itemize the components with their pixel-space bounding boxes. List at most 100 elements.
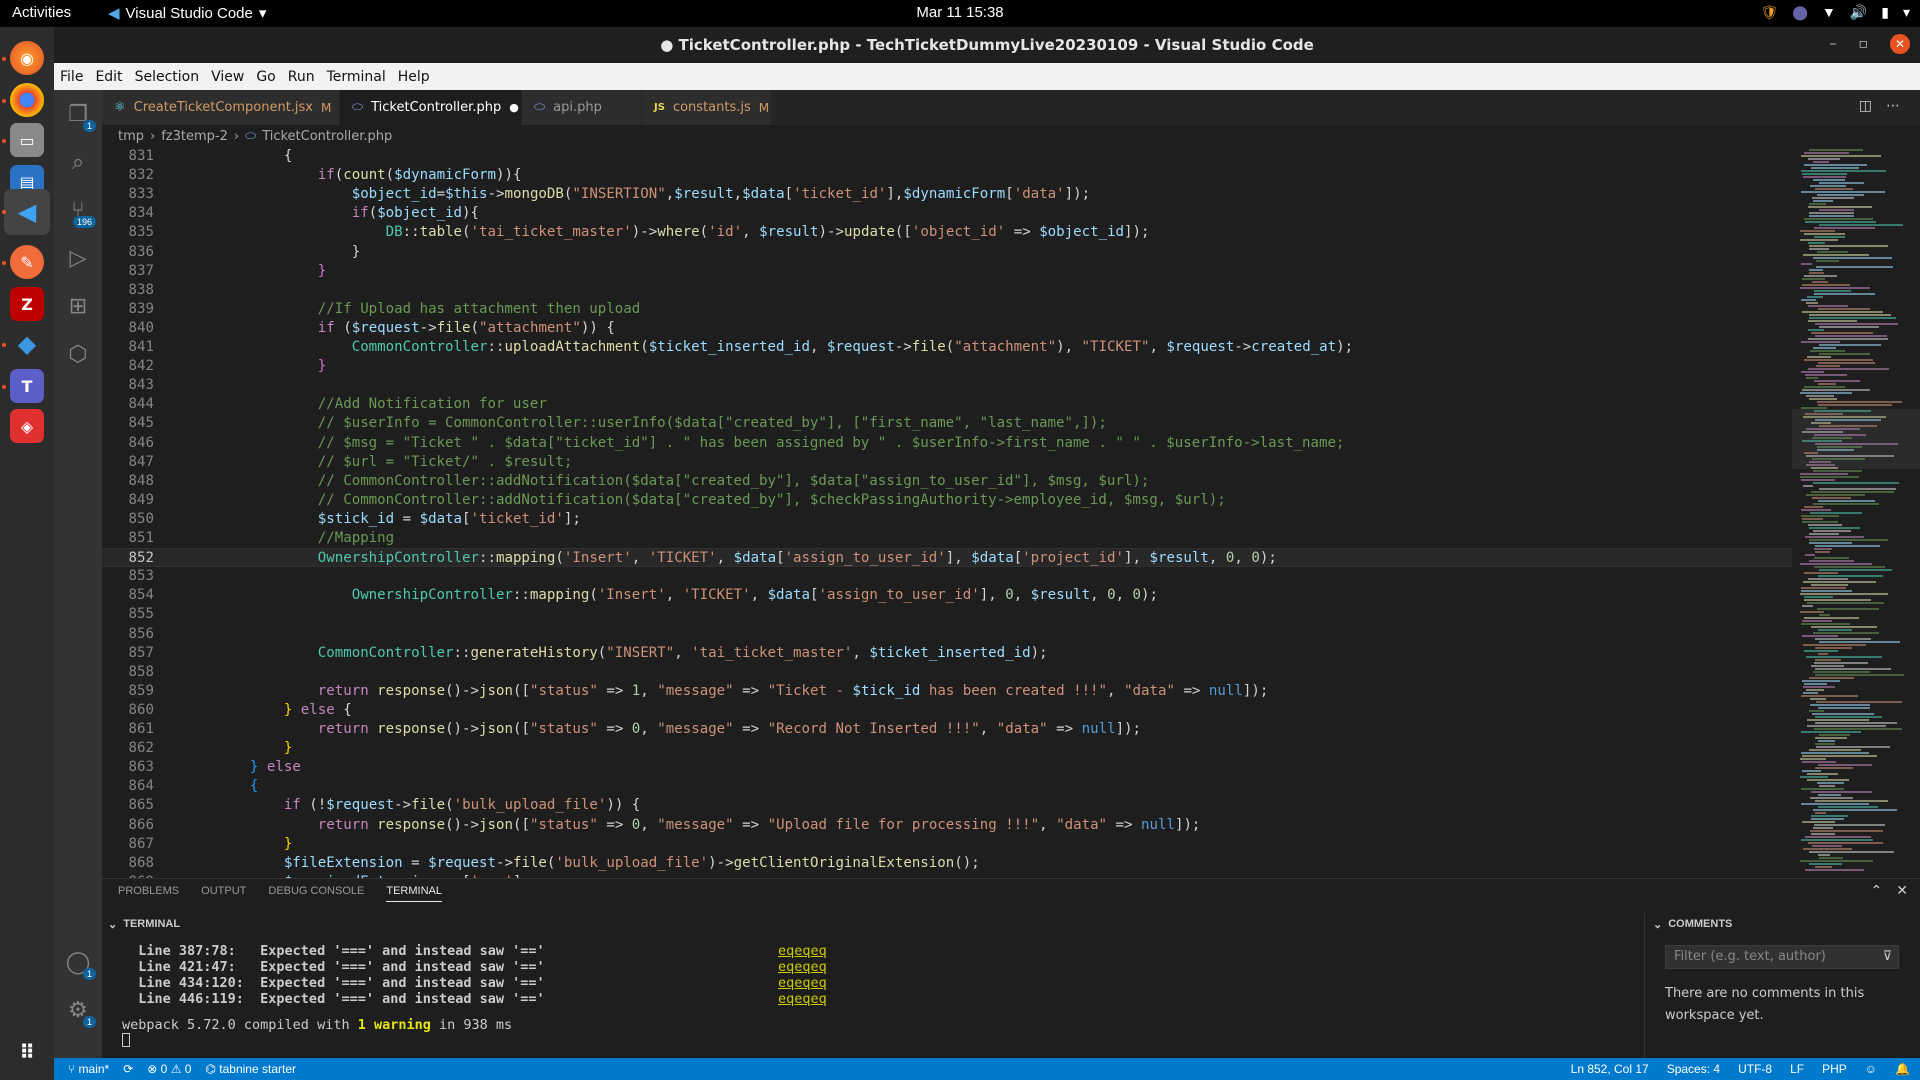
chrome-icon[interactable] [10, 83, 44, 117]
terminal-section-header[interactable]: ⌄ TERMINAL [102, 913, 1644, 935]
accounts-icon[interactable]: ◯ 1 [54, 938, 102, 986]
tab-api[interactable]: ⬭ api.php [522, 90, 642, 125]
tab-createticketcomponent[interactable]: ⚛ CreateTicketComponent.jsx M [102, 90, 340, 125]
problems-indicator[interactable]: ⊗ 0 ⚠ 0 [147, 1062, 191, 1076]
source-control-icon[interactable]: ⑂ 196 [54, 186, 102, 234]
code-line[interactable]: 832 if(count($dynamicForm)){ [102, 166, 1792, 185]
code-line[interactable]: 860 } else { [102, 701, 1792, 720]
tab-debug-console[interactable]: DEBUG CONSOLE [268, 885, 364, 902]
menu-go[interactable]: Go [256, 69, 275, 85]
code-line[interactable]: 859 return response()->json(["status" =>… [102, 682, 1792, 701]
files-icon[interactable]: ▭ [10, 123, 44, 157]
code-line[interactable]: 853 [102, 567, 1792, 586]
code-line[interactable]: 844 //Add Notification for user [102, 395, 1792, 414]
code-line[interactable]: 863 } else [102, 758, 1792, 777]
run-debug-icon[interactable]: ▷ [54, 234, 102, 282]
breadcrumb-item[interactable]: tmp [118, 129, 144, 144]
rule-link[interactable]: eqeqeq [778, 959, 827, 975]
code-line[interactable]: 833 $object_id=$this->mongoDB("INSERTION… [102, 185, 1792, 204]
code-line[interactable]: 851 //Mapping [102, 529, 1792, 548]
unsaved-dot-icon[interactable]: ● [509, 101, 519, 114]
menu-view[interactable]: View [211, 69, 244, 85]
wifi-icon[interactable]: ▼ [1822, 4, 1836, 21]
code-line[interactable]: 864 { [102, 777, 1792, 796]
code-line[interactable]: 866 return response()->json(["status" =>… [102, 816, 1792, 835]
code-line[interactable]: 850 $stick_id = $data['ticket_id']; [102, 510, 1792, 529]
code-line[interactable]: 846 // $msg = "Ticket " . $data["ticket_… [102, 434, 1792, 453]
maximize-panel-icon[interactable]: ⌃ [1871, 883, 1883, 899]
remote-explorer-icon[interactable]: ⬡ [54, 330, 102, 378]
rule-link[interactable]: eqeqeq [778, 943, 827, 959]
extensions-icon[interactable]: ⊞ [54, 282, 102, 330]
battery-icon[interactable]: ▮ [1881, 4, 1889, 21]
indentation[interactable]: Spaces: 4 [1667, 1062, 1720, 1076]
tabnine-status[interactable]: ⌬ tabnine starter [205, 1062, 296, 1076]
code-line[interactable]: 867 } [102, 835, 1792, 854]
comments-header[interactable]: ⌄ COMMENTS [1645, 913, 1920, 935]
postman-icon[interactable]: ✎ [10, 245, 44, 279]
settings-gear-icon[interactable]: ⚙ 1 [54, 986, 102, 1034]
app-menu[interactable]: ◀ Visual Studio Code ▾ [108, 4, 266, 23]
volume-icon[interactable]: 🔊 [1850, 4, 1867, 21]
more-actions-icon[interactable]: ⋯ [1886, 98, 1900, 114]
code-editor[interactable]: 831 {832 if(count($dynamicForm)){833 $ob… [102, 147, 1792, 878]
encoding[interactable]: UTF-8 [1738, 1062, 1772, 1076]
system-menu-chevron-icon[interactable]: ▾ [1903, 4, 1910, 21]
anydesk-icon[interactable]: ◈ [10, 409, 44, 443]
code-line[interactable]: 843 [102, 376, 1792, 395]
filter-icon[interactable]: ⊽ [1882, 949, 1892, 964]
rule-link[interactable]: eqeqeq [778, 975, 827, 991]
menu-selection[interactable]: Selection [135, 69, 200, 85]
code-line[interactable]: 847 // $url = "Ticket/" . $result; [102, 453, 1792, 472]
mysql-workbench-icon[interactable]: ◆ [10, 327, 44, 361]
rule-link[interactable]: eqeqeq [778, 991, 827, 1007]
minimize-button[interactable]: – [1830, 36, 1837, 52]
code-line[interactable]: 836 } [102, 243, 1792, 262]
code-line[interactable]: 831 { [102, 147, 1792, 166]
code-line[interactable]: 862 } [102, 739, 1792, 758]
code-line[interactable]: 855 [102, 605, 1792, 624]
code-line[interactable]: 841 CommonController::uploadAttachment($… [102, 338, 1792, 357]
tab-terminal[interactable]: TERMINAL [386, 885, 442, 902]
feedback-icon[interactable]: ☺ [1865, 1062, 1877, 1076]
tab-ticketcontroller[interactable]: ⬭ TicketController.php ● [340, 90, 522, 125]
tab-constants[interactable]: JS constants.js M [642, 90, 772, 125]
menu-run[interactable]: Run [288, 69, 315, 85]
search-icon[interactable]: ⌕ [54, 138, 102, 186]
cursor-position[interactable]: Ln 852, Col 17 [1571, 1062, 1649, 1076]
close-window-button[interactable]: ✕ [1890, 34, 1910, 54]
tab-output[interactable]: OUTPUT [201, 885, 246, 902]
end-of-line[interactable]: LF [1790, 1062, 1804, 1076]
sync-icon[interactable]: ⟳ [123, 1062, 133, 1076]
code-line[interactable]: 838 [102, 281, 1792, 300]
activities-button[interactable]: Activities [12, 4, 71, 21]
close-panel-icon[interactable]: ✕ [1896, 883, 1908, 899]
code-line[interactable]: 852 OwnershipController::mapping('Insert… [102, 548, 1792, 568]
teams-dock-icon[interactable]: T [10, 369, 44, 403]
menu-file[interactable]: File [60, 69, 83, 85]
code-line[interactable]: 856 [102, 625, 1792, 644]
code-line[interactable]: 840 if ($request->file("attachment")) { [102, 319, 1792, 338]
maximize-button[interactable]: ▫ [1859, 36, 1869, 52]
clock[interactable]: Mar 11 15:38 [916, 4, 1003, 21]
teams-icon[interactable]: ⬤ [1792, 4, 1808, 21]
vscode-dock-icon[interactable]: ◀ [4, 189, 50, 235]
terminal-output[interactable]: Line 387:78: Expected '===' and instead … [122, 943, 1622, 1049]
firefox-icon[interactable]: ◉ [10, 41, 44, 75]
shield-icon[interactable]: 🛡 [1761, 4, 1779, 21]
code-line[interactable]: 857 CommonController::generateHistory("I… [102, 644, 1792, 663]
filezilla-icon[interactable]: Z [10, 287, 44, 321]
system-tray[interactable]: 🛡 ⬤ ▼ 🔊 ▮ ▾ [1761, 4, 1911, 21]
language-mode[interactable]: PHP [1822, 1062, 1847, 1076]
show-apps-icon[interactable]: ⠿ [10, 1035, 44, 1069]
code-line[interactable]: 854 OwnershipController::mapping('Insert… [102, 586, 1792, 605]
menu-edit[interactable]: Edit [95, 69, 122, 85]
minimap[interactable] [1792, 147, 1920, 878]
code-line[interactable]: 837 } [102, 262, 1792, 281]
tab-problems[interactable]: PROBLEMS [118, 885, 179, 902]
explorer-icon[interactable]: ❐ 1 [54, 90, 102, 138]
code-line[interactable]: 845 // $userInfo = CommonController::use… [102, 414, 1792, 433]
git-branch[interactable]: ⑂ main* [68, 1062, 109, 1076]
code-line[interactable]: 848 // CommonController::addNotification… [102, 472, 1792, 491]
code-line[interactable]: 839 //If Upload has attachment then uplo… [102, 300, 1792, 319]
